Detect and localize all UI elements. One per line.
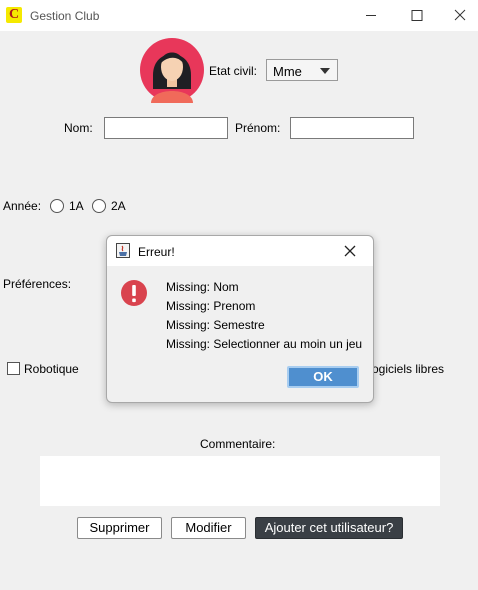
prenom-field[interactable] — [290, 117, 414, 139]
robotique-checkbox[interactable] — [7, 362, 20, 375]
commentaire-textarea[interactable] — [40, 456, 440, 506]
app-icon: C — [6, 7, 22, 23]
prenom-label: Prénom: — [235, 121, 281, 135]
preferences-label: Préférences: — [3, 277, 72, 291]
window-titlebar: C Gestion Club — [0, 0, 478, 31]
radio-2a[interactable] — [92, 199, 106, 213]
dialog-message-line: Missing: Selectionner au moin un jeu — [166, 337, 363, 351]
dialog-message-line: Missing: Prenom — [166, 299, 256, 313]
close-window-button[interactable] — [432, 0, 478, 31]
female-avatar-icon — [139, 35, 205, 103]
minimize-button[interactable] — [348, 0, 394, 31]
nom-label: Nom: — [64, 121, 93, 135]
radio-1a-label: 1A — [69, 199, 84, 213]
ok-button[interactable]: OK — [287, 366, 359, 388]
nom-field[interactable] — [104, 117, 228, 139]
minimize-icon — [366, 15, 376, 16]
chevron-down-icon — [320, 68, 330, 74]
etat-civil-select[interactable]: Mme — [266, 59, 338, 81]
supprimer-button[interactable]: Supprimer — [77, 517, 162, 539]
window-title: Gestion Club — [30, 9, 100, 23]
robotique-label: Robotique — [24, 362, 79, 376]
dialog-message-line: Missing: Nom — [166, 280, 239, 294]
radio-1a[interactable] — [50, 199, 64, 213]
close-icon — [454, 9, 466, 21]
dialog-close-button[interactable] — [341, 242, 359, 260]
logiciels-libres-label: ogiciels libres — [372, 362, 445, 376]
etat-civil-label: Etat civil: — [209, 64, 258, 78]
java-cup-icon — [116, 243, 130, 258]
error-dialog: Erreur! Missing: Nom Missing: Prenom Mis… — [106, 235, 374, 403]
ajouter-utilisateur-button[interactable]: Ajouter cet utilisateur? — [255, 517, 403, 539]
annee-label: Année: — [3, 199, 42, 213]
dialog-title: Erreur! — [138, 245, 175, 259]
dialog-titlebar: Erreur! — [107, 236, 373, 266]
modifier-button[interactable]: Modifier — [171, 517, 246, 539]
dialog-message-line: Missing: Semestre — [166, 318, 265, 332]
radio-2a-label: 2A — [111, 199, 126, 213]
error-icon — [120, 279, 148, 307]
close-icon — [344, 245, 356, 257]
etat-civil-selected-value: Mme — [273, 64, 302, 79]
commentaire-label: Commentaire: — [200, 437, 276, 451]
